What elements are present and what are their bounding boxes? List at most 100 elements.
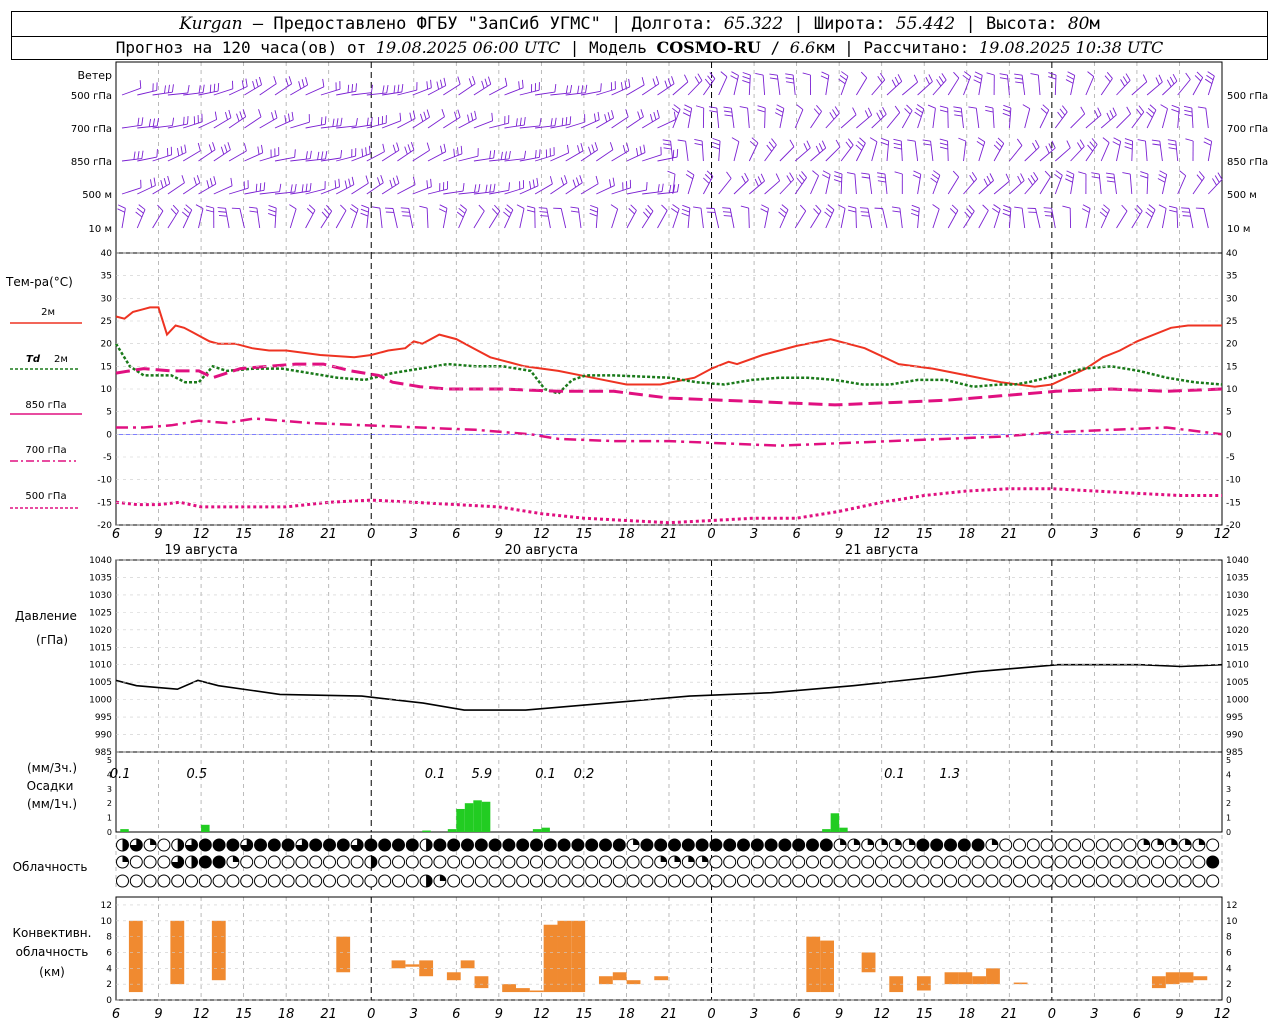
wind-barb-flag [927, 104, 936, 109]
cloud-circle [875, 855, 888, 869]
wind-barb-flag [549, 176, 553, 185]
wind-barb-flag [881, 137, 889, 142]
wind-barb-flag [148, 118, 152, 127]
wind-barb-flag [1171, 104, 1180, 109]
wind-barb-flag [135, 211, 143, 218]
wind-barb-flag [1044, 170, 1051, 178]
wind-barb [764, 180, 780, 195]
wind-barb [794, 147, 811, 162]
pressure-tick-right: 1015 [1226, 643, 1249, 653]
wind-barb-flag [340, 150, 343, 159]
wind-barb-flag [1196, 174, 1203, 182]
precip-3h-label: 0.1 [884, 767, 905, 782]
wind-barb-flag [1203, 141, 1212, 146]
wind-barb-flag [751, 137, 759, 144]
cloud-circle [1178, 874, 1192, 888]
wind-barb-flag [869, 137, 878, 143]
wind-barb [121, 87, 141, 96]
wind-barb-flag [968, 106, 977, 109]
wind-barb-flag [441, 108, 445, 117]
wind-barb-flag [683, 108, 692, 113]
x-tick-label-bottom: 15 [235, 1007, 252, 1022]
cloud-circle [392, 855, 405, 869]
wind-barb-flag [1030, 73, 1039, 76]
wind-barb [488, 210, 501, 229]
wind-barb [1024, 146, 1040, 162]
cloud-circle [1082, 838, 1095, 852]
cloud-circle [240, 874, 254, 888]
precip-tick-left: 3 [107, 785, 112, 794]
wind-barb-flag [1158, 204, 1167, 209]
cloud-fill-sector [1185, 839, 1192, 845]
x-tick-label-temp: 18 [958, 527, 975, 542]
wind-barb-flag [757, 176, 762, 184]
wind-barb-flag [726, 171, 732, 179]
wind-barb-flag [893, 146, 902, 150]
wind-barb [473, 120, 493, 129]
cloud-circle [364, 838, 378, 852]
wind-barb [733, 179, 749, 195]
cloud-circle [875, 874, 888, 888]
wind-barb-flag [977, 137, 986, 143]
precip-3h-label: 5.9 [471, 767, 492, 782]
wind-barb [546, 208, 551, 229]
wind-barb-flag [467, 114, 470, 123]
wind-barb [884, 174, 888, 195]
x-tick-label-temp: 15 [916, 527, 933, 542]
cloud-fill-sector [867, 839, 874, 845]
wind-barb-flag [910, 212, 919, 217]
wind-barb-flag [1168, 143, 1177, 146]
cloud-circle [585, 855, 599, 869]
wind-barb-flag [500, 151, 503, 160]
wind-barb-flag [285, 78, 289, 87]
cloud-circle [750, 874, 764, 888]
wind-barb [810, 210, 822, 229]
wind-barb-flag [294, 149, 296, 158]
cloud-circle [543, 874, 557, 888]
wind-barb-flag [673, 111, 677, 120]
pressure-tick-right: 995 [1226, 713, 1243, 723]
wind-barb [776, 75, 781, 96]
wind-barb [320, 88, 341, 96]
wind-barb-flag [332, 118, 335, 127]
wind-barb [779, 179, 795, 195]
wind-barb-flag [813, 208, 820, 215]
legend-td2m-label: 2м [54, 354, 68, 365]
cloud-circle [1123, 855, 1137, 869]
cloud-fill-sector [688, 856, 695, 862]
wind-barb-flag [712, 141, 720, 146]
wind-barb-flag [1145, 211, 1153, 218]
wind-barb-flag [348, 178, 351, 187]
cloud-circle [957, 855, 971, 869]
wind-barb [1146, 81, 1163, 96]
cloud-circle [737, 838, 750, 852]
wind-barb [167, 210, 179, 229]
cloud-circle [143, 874, 157, 888]
wind-barb [397, 149, 415, 162]
wind-barb-flag [953, 110, 962, 113]
wind-barb-flag [860, 71, 868, 79]
wind-barb [1188, 208, 1194, 229]
wind-barb-flag [778, 211, 786, 218]
wind-barb-flag [995, 141, 1003, 148]
wind-barb [901, 110, 913, 129]
wind-barb-flag [156, 149, 158, 158]
pressure-tick-right: 1040 [1226, 556, 1249, 566]
wind-barb-flag [205, 205, 214, 209]
x-tick-label-bottom: 12 [1214, 1007, 1231, 1022]
wind-barb-flag [217, 207, 226, 209]
wind-barb [182, 209, 193, 229]
cloud-circle [1192, 855, 1206, 869]
wind-barb-flag [208, 144, 213, 153]
wind-barb-flag [117, 208, 125, 213]
wind-barb [1009, 145, 1023, 162]
wind-barb-flag [1099, 211, 1107, 218]
wind-barb-flag [438, 208, 447, 213]
x-tick-label-temp: 12 [193, 527, 210, 542]
wind-barb [305, 86, 325, 96]
cloud-circle [254, 855, 267, 869]
wind-barb [701, 141, 704, 162]
cloud-circle [599, 874, 612, 888]
wind-barb [733, 141, 740, 162]
wind-barb-flag [781, 204, 789, 211]
